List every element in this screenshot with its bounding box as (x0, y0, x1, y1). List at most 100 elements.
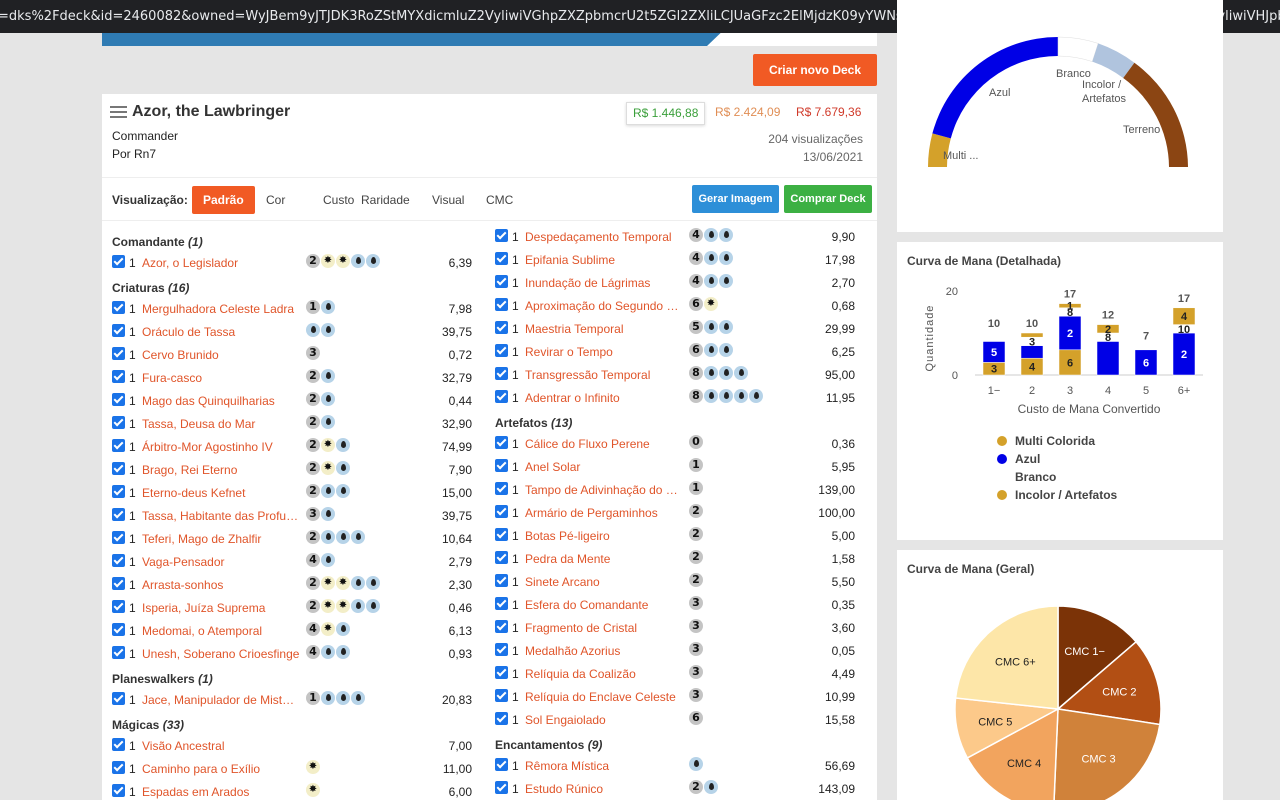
card-checkbox[interactable] (112, 692, 125, 705)
card-name-link[interactable]: Fragmento de Cristal (525, 621, 683, 635)
card-checkbox[interactable] (112, 623, 125, 636)
card-name-link[interactable]: Armário de Pergaminhos (525, 506, 683, 520)
card-checkbox[interactable] (112, 370, 125, 383)
card-name-link[interactable]: Anel Solar (525, 460, 683, 474)
card-checkbox[interactable] (112, 439, 125, 452)
card-name-link[interactable]: Sinete Arcano (525, 575, 683, 589)
card-name-link[interactable]: Brago, Rei Eterno (142, 463, 300, 477)
card-name-link[interactable]: Epifania Sublime (525, 253, 683, 267)
card-name-link[interactable]: Eterno-deus Kefnet (142, 486, 300, 500)
tab-padrao[interactable]: Padrão (192, 186, 255, 214)
legend-item[interactable]: Multi Colorida (1015, 434, 1095, 448)
card-checkbox[interactable] (495, 666, 508, 679)
card-checkbox[interactable] (495, 367, 508, 380)
card-checkbox[interactable] (112, 485, 125, 498)
card-name-link[interactable]: Pedra da Mente (525, 552, 683, 566)
card-name-link[interactable]: Tampo de Adivinhação do Sensei (525, 483, 683, 497)
card-name-link[interactable]: Maestria Temporal (525, 322, 683, 336)
generate-image-button[interactable]: Gerar Imagem (692, 185, 779, 213)
card-name-link[interactable]: Mago das Quinquilharias (142, 394, 300, 408)
card-checkbox[interactable] (495, 436, 508, 449)
card-checkbox[interactable] (495, 459, 508, 472)
card-name-link[interactable]: Esfera do Comandante (525, 598, 683, 612)
card-checkbox[interactable] (112, 646, 125, 659)
card-checkbox[interactable] (495, 574, 508, 587)
legend-item[interactable]: Incolor / Artefatos (1015, 488, 1118, 502)
card-checkbox[interactable] (112, 462, 125, 475)
card-checkbox[interactable] (112, 577, 125, 590)
tab-cmc[interactable]: CMC (475, 186, 524, 214)
card-checkbox[interactable] (495, 390, 508, 403)
card-name-link[interactable]: Medalhão Azorius (525, 644, 683, 658)
card-name-link[interactable]: Jace, Manipulador de Mistérios (142, 693, 300, 707)
card-checkbox[interactable] (495, 229, 508, 242)
card-name-link[interactable]: Azor, o Legislador (142, 256, 300, 270)
tab-visual[interactable]: Visual (421, 186, 475, 214)
card-checkbox[interactable] (495, 620, 508, 633)
card-checkbox[interactable] (495, 528, 508, 541)
card-name-link[interactable]: Estudo Rúnico (525, 782, 683, 796)
card-checkbox[interactable] (495, 275, 508, 288)
card-checkbox[interactable] (112, 324, 125, 337)
card-checkbox[interactable] (112, 600, 125, 613)
card-name-link[interactable]: Tassa, Habitante das Profundezas (142, 509, 300, 523)
card-name-link[interactable]: Árbitro-Mor Agostinho IV (142, 440, 300, 454)
tab-raridade[interactable]: Raridade (350, 186, 421, 214)
card-checkbox[interactable] (495, 712, 508, 725)
card-name-link[interactable]: Botas Pé-ligeiro (525, 529, 683, 543)
card-name-link[interactable]: Isperia, Juíza Suprema (142, 601, 300, 615)
tab-cor[interactable]: Cor (255, 186, 296, 214)
card-checkbox[interactable] (495, 689, 508, 702)
card-checkbox[interactable] (495, 505, 508, 518)
card-checkbox[interactable] (495, 344, 508, 357)
card-name-link[interactable]: Unesh, Soberano Crioesfinge (142, 647, 300, 661)
card-name-link[interactable]: Despedaçamento Temporal (525, 230, 683, 244)
card-checkbox[interactable] (112, 347, 125, 360)
card-checkbox[interactable] (495, 298, 508, 311)
buy-deck-button[interactable]: Comprar Deck (784, 185, 872, 213)
card-checkbox[interactable] (495, 321, 508, 334)
card-checkbox[interactable] (112, 531, 125, 544)
card-checkbox[interactable] (112, 416, 125, 429)
card-name-link[interactable]: Adentrar o Infinito (525, 391, 683, 405)
card-name-link[interactable]: Inundação de Lágrimas (525, 276, 683, 290)
card-name-link[interactable]: Transgressão Temporal (525, 368, 683, 382)
card-name-link[interactable]: Fura-casco (142, 371, 300, 385)
card-checkbox[interactable] (495, 551, 508, 564)
card-checkbox[interactable] (495, 482, 508, 495)
card-checkbox[interactable] (495, 758, 508, 771)
card-name-link[interactable]: Aproximação do Segundo Sol (525, 299, 683, 313)
card-checkbox[interactable] (112, 393, 125, 406)
card-name-link[interactable]: Vaga-Pensador (142, 555, 300, 569)
card-name-link[interactable]: Arrasta-sonhos (142, 578, 300, 592)
card-name-link[interactable]: Cervo Brunido (142, 348, 300, 362)
card-checkbox[interactable] (112, 738, 125, 751)
card-checkbox[interactable] (112, 784, 125, 797)
card-name-link[interactable]: Oráculo de Tassa (142, 325, 300, 339)
card-checkbox[interactable] (112, 554, 125, 567)
create-deck-button[interactable]: Criar novo Deck (753, 54, 877, 86)
card-name-link[interactable]: Rêmora Mística (525, 759, 683, 773)
card-name-link[interactable]: Tassa, Deusa do Mar (142, 417, 300, 431)
card-checkbox[interactable] (495, 252, 508, 265)
card-name-link[interactable]: Caminho para o Exílio (142, 762, 300, 776)
card-checkbox[interactable] (112, 301, 125, 314)
legend-item[interactable]: Branco (1015, 470, 1056, 484)
card-name-link[interactable]: Mergulhadora Celeste Ladra (142, 302, 300, 316)
card-checkbox[interactable] (495, 597, 508, 610)
card-name-link[interactable]: Espadas em Arados (142, 785, 300, 799)
card-name-link[interactable]: Relíquia do Enclave Celeste (525, 690, 683, 704)
card-checkbox[interactable] (495, 643, 508, 656)
card-name-link[interactable]: Teferi, Mago de Zhalfir (142, 532, 300, 546)
card-name-link[interactable]: Medomai, o Atemporal (142, 624, 300, 638)
menu-icon[interactable] (110, 106, 127, 121)
card-name-link[interactable]: Visão Ancestral (142, 739, 300, 753)
card-name-link[interactable]: Relíquia da Coalizão (525, 667, 683, 681)
card-name-link[interactable]: Cálice do Fluxo Perene (525, 437, 683, 451)
card-checkbox[interactable] (495, 781, 508, 794)
card-checkbox[interactable] (112, 508, 125, 521)
card-checkbox[interactable] (112, 255, 125, 268)
card-checkbox[interactable] (112, 761, 125, 774)
card-name-link[interactable]: Revirar o Tempo (525, 345, 683, 359)
legend-item[interactable]: Azul (1015, 452, 1040, 466)
